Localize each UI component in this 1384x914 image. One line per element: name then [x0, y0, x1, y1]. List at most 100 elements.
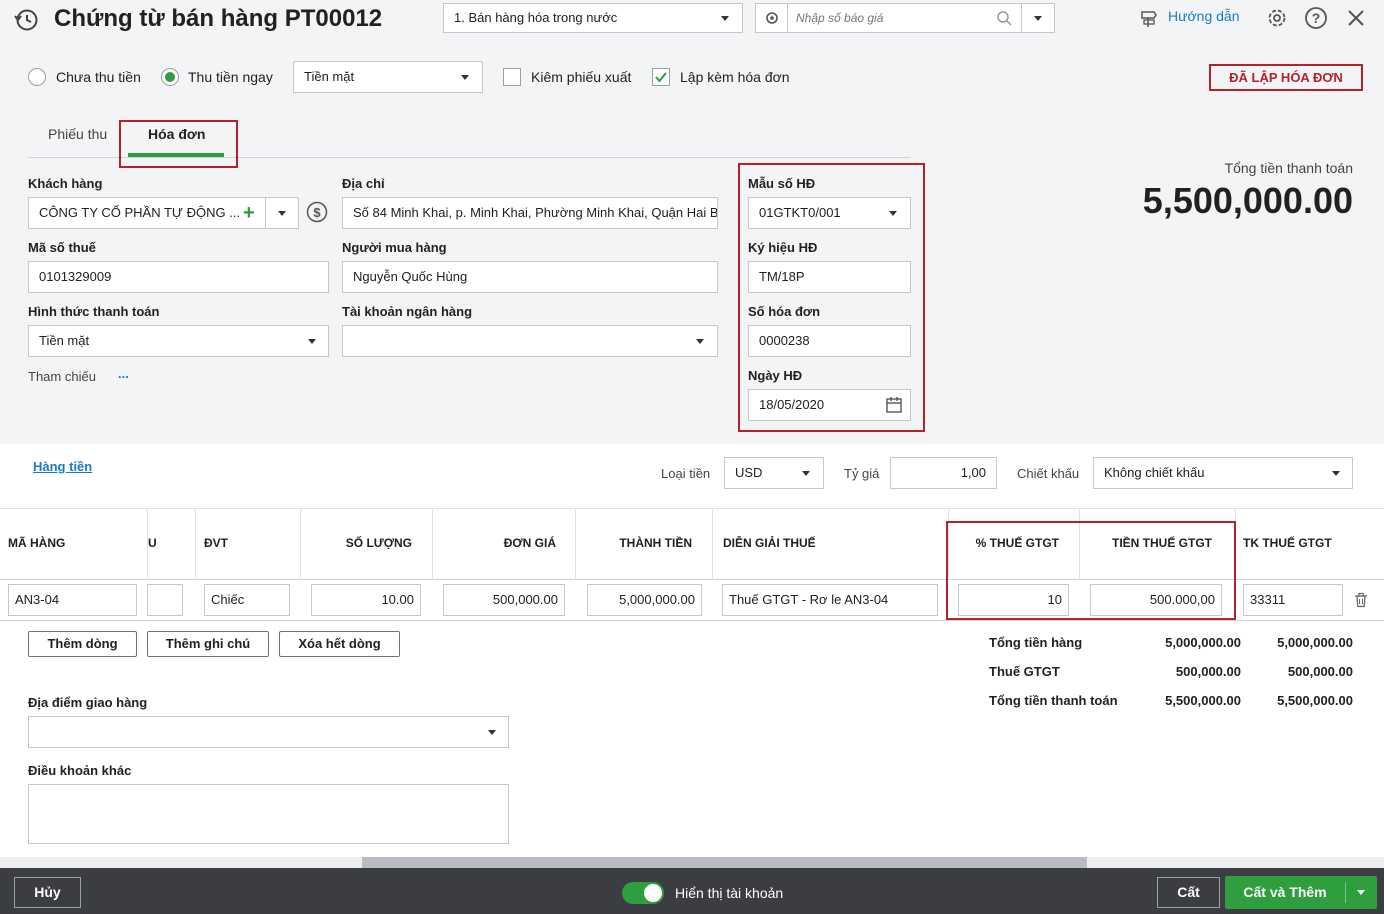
bank-select[interactable] — [342, 325, 718, 357]
chevron-down-icon — [461, 75, 469, 80]
save-add-button[interactable]: Cất và Thêm — [1225, 876, 1377, 909]
divider — [1345, 882, 1346, 903]
chevron-down-icon — [696, 339, 704, 344]
invoice-checkbox[interactable] — [652, 68, 670, 86]
other-terms-input[interactable] — [28, 784, 509, 844]
divider — [787, 3, 788, 33]
add-row-button[interactable]: Thêm dòng — [28, 631, 137, 657]
summary-value: 5,000,000.00 — [1165, 635, 1241, 650]
address-input[interactable]: Số 84 Minh Khai, p. Minh Khai, Phường Mi… — [342, 197, 718, 229]
trash-icon[interactable] — [1353, 592, 1369, 608]
voucher-type-select[interactable]: 1. Bán hàng hóa trong nước — [443, 3, 743, 33]
show-account-toggle[interactable] — [622, 882, 664, 904]
cell-u[interactable] — [147, 584, 183, 616]
buyer-value: Nguyễn Quốc Hùng — [353, 269, 468, 284]
cell-price[interactable]: 500,000.00 — [443, 584, 565, 616]
col-header-price: ĐƠN GIÁ — [503, 536, 556, 550]
address-value: Số 84 Minh Khai, p. Minh Khai, Phường Mi… — [353, 205, 718, 220]
payment-method-value: Tiền mặt — [304, 69, 355, 84]
tax-code-label: Mã số thuế — [28, 240, 96, 255]
col-divider — [712, 508, 713, 580]
help-link[interactable]: Hướng dẫn — [1168, 8, 1239, 24]
col-header-qty: SỐ LƯỢNG — [345, 536, 412, 550]
dollar-icon[interactable]: $ — [306, 201, 328, 223]
chevron-down-icon — [1332, 471, 1340, 476]
cell-vat-account[interactable]: 33311 — [1243, 584, 1343, 616]
cell-amount[interactable]: 5,000,000.00 — [587, 584, 702, 616]
summary-value: 5,500,000.00 — [1165, 693, 1241, 708]
summary-label-goods: Tổng tiền hàng — [989, 635, 1083, 650]
delete-all-button[interactable]: Xóa hết dòng — [279, 631, 400, 657]
col-header-vat-account: TK THUẾ GTGT — [1243, 536, 1332, 550]
tax-code-value: 0101329009 — [39, 269, 112, 284]
add-customer-icon[interactable]: + — [243, 203, 255, 223]
bank-label: Tài khoản ngân hàng — [342, 304, 473, 319]
save-add-label: Cất và Thêm — [1243, 884, 1327, 900]
invoice-label: Lập kèm hóa đơn — [680, 69, 790, 85]
customer-input[interactable]: CÔNG TY CỔ PHẦN TỰ ĐỘNG ... — [28, 197, 299, 229]
col-header-u: U — [148, 536, 157, 550]
total-value: 5,500,000.00 — [1142, 180, 1353, 221]
cell-code[interactable]: AN3-04 — [8, 584, 137, 616]
cancel-button[interactable]: Hủy — [14, 877, 81, 908]
history-icon[interactable] — [14, 7, 40, 33]
delivery-place-select[interactable] — [28, 716, 509, 748]
chevron-down-icon — [721, 16, 729, 21]
tab-receipt[interactable]: Phiếu thu — [48, 126, 107, 142]
quote-input[interactable] — [796, 6, 986, 30]
pay-method-select[interactable]: Tiền mặt — [28, 325, 329, 357]
chevron-down-icon[interactable] — [1357, 890, 1365, 895]
delivery-place-label: Địa điểm giao hàng — [28, 695, 148, 710]
goods-tab[interactable]: Hàng tiền — [33, 459, 92, 474]
help-icon[interactable]: ? — [1304, 6, 1328, 30]
unpaid-radio[interactable] — [28, 68, 46, 86]
paid-radio[interactable] — [161, 68, 179, 86]
rate-value: 1,00 — [960, 465, 986, 480]
col-header-code: MÃ HÀNG — [8, 536, 66, 550]
settings-icon[interactable] — [1265, 6, 1289, 30]
tax-code-input[interactable]: 0101329009 — [28, 261, 329, 293]
discount-select[interactable]: Không chiết khấu — [1093, 457, 1353, 489]
unpaid-label: Chưa thu tiền — [56, 69, 141, 85]
currency-value: USD — [735, 465, 763, 480]
chevron-down-icon[interactable] — [1034, 16, 1042, 21]
chevron-down-icon — [488, 730, 496, 735]
voucher-type-value: 1. Bán hàng hóa trong nước — [454, 10, 618, 25]
summary-label-vat: Thuế GTGT — [989, 664, 1060, 679]
customer-value: CÔNG TY CỔ PHẦN TỰ ĐỘNG ... — [39, 205, 241, 220]
divider — [1021, 3, 1022, 33]
search-icon[interactable] — [996, 10, 1012, 26]
check-icon — [655, 72, 667, 83]
buyer-label: Người mua hàng — [342, 240, 447, 255]
add-note-button[interactable]: Thêm ghi chú — [147, 631, 269, 657]
cell-tax-desc[interactable]: Thuế GTGT - Rơ le AN3-04 — [722, 584, 938, 616]
col-header-unit: ĐVT — [204, 536, 228, 550]
currency-label: Loại tiền — [661, 466, 711, 481]
horizontal-scrollbar[interactable] — [362, 857, 1087, 868]
save-button[interactable]: Cất — [1157, 877, 1220, 908]
col-divider — [195, 508, 196, 580]
reference-more-link[interactable]: ... — [118, 366, 129, 381]
highlight-box — [946, 521, 1236, 620]
buyer-input[interactable]: Nguyễn Quốc Hùng — [342, 261, 718, 293]
cell-unit[interactable]: Chiếc — [204, 584, 290, 616]
payment-method-select[interactable]: Tiền mặt — [293, 61, 483, 93]
show-account-label: Hiển thị tài khoản — [675, 885, 784, 901]
chevron-down-icon[interactable] — [278, 211, 286, 216]
close-icon[interactable] — [1346, 8, 1366, 28]
cell-qty[interactable]: 10.00 — [311, 584, 421, 616]
page-title: Chứng từ bán hàng PT00012 — [54, 5, 383, 32]
guide-icon[interactable] — [1140, 8, 1160, 28]
discount-value: Không chiết khấu — [1104, 465, 1205, 480]
divider — [265, 198, 266, 228]
export-label: Kiêm phiếu xuất — [531, 69, 632, 85]
export-checkbox[interactable] — [503, 68, 521, 86]
rate-input[interactable]: 1,00 — [890, 457, 997, 489]
other-terms-label: Điều khoản khác — [28, 763, 132, 778]
svg-text:?: ? — [1312, 10, 1321, 26]
pay-method-value: Tiền mặt — [39, 333, 90, 348]
svg-text:$: $ — [313, 205, 321, 220]
gear-icon[interactable] — [764, 10, 780, 26]
summary-value: 5,500,000.00 — [1277, 693, 1353, 708]
status-badge: ĐÃ LẬP HÓA ĐƠN — [1209, 64, 1363, 91]
